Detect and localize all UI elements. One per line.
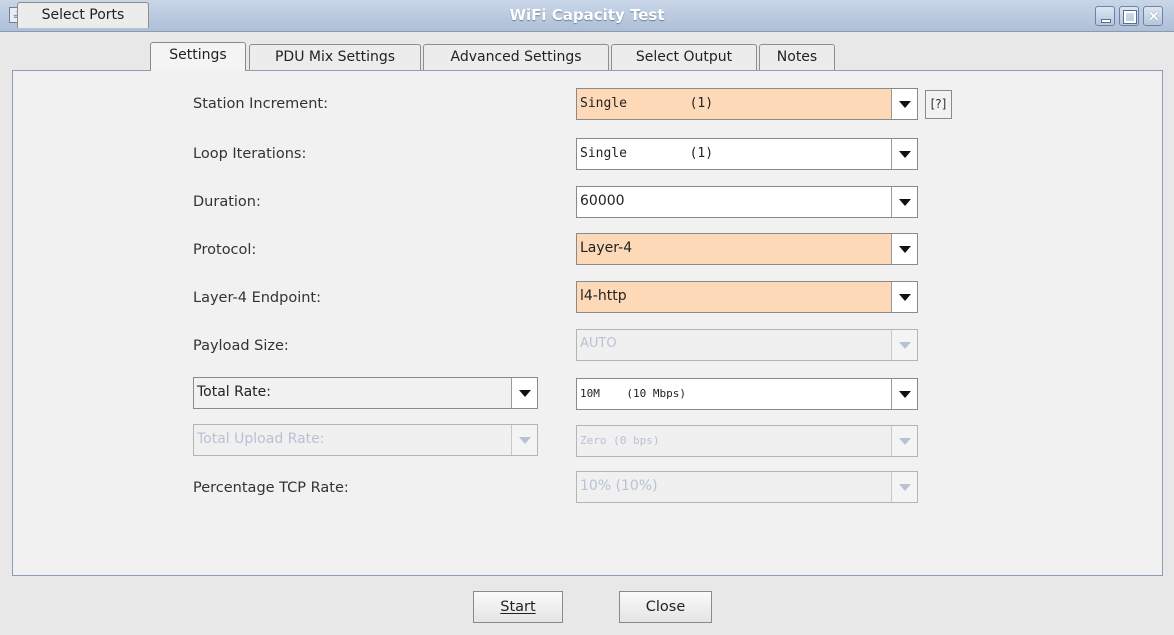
chevron-down-icon[interactable]	[511, 378, 537, 408]
payload-size-value: AUTO	[580, 336, 617, 351]
loop-iterations-label: Loop Iterations:	[193, 146, 307, 162]
tab-label: Select Ports	[41, 7, 125, 23]
tab-label: Advanced Settings	[450, 49, 582, 65]
payload-size-label: Payload Size:	[193, 338, 289, 354]
total-upload-rate-value: Zero (0 bps)	[580, 434, 660, 447]
close-button[interactable]: Close	[619, 591, 712, 623]
chevron-down-icon	[511, 425, 537, 455]
station-increment-value: Single (1)	[580, 96, 714, 111]
total-rate-type-select[interactable]: Total Rate:	[193, 377, 538, 409]
payload-size-select: AUTO	[576, 329, 918, 361]
total-rate-select[interactable]: 10M (10 Mbps)	[576, 378, 918, 410]
chevron-down-icon[interactable]	[891, 139, 917, 169]
total-upload-rate-type-select: Total Upload Rate:	[193, 424, 538, 456]
chevron-down-icon[interactable]	[891, 234, 917, 264]
close-button-label: Close	[645, 599, 686, 615]
tab-notes[interactable]: Notes	[759, 44, 835, 70]
tab-label: Notes	[776, 49, 818, 65]
station-increment-label: Station Increment:	[193, 96, 328, 112]
tab-pdu-mix-settings[interactable]: PDU Mix Settings	[249, 44, 421, 70]
percentage-tcp-rate-label: Percentage TCP Rate:	[193, 480, 349, 496]
title-bar: ☕ WiFi Capacity Test ×	[0, 0, 1174, 32]
tab-settings[interactable]: Settings	[150, 42, 246, 71]
chevron-down-icon	[891, 330, 917, 360]
chevron-down-icon[interactable]	[891, 282, 917, 312]
window-title: WiFi Capacity Test	[509, 6, 665, 24]
tab-label: Select Output	[635, 49, 733, 65]
duration-value: 60000	[580, 193, 625, 209]
tab-advanced-settings[interactable]: Advanced Settings	[423, 44, 609, 70]
station-increment-select[interactable]: Single (1)	[576, 88, 918, 120]
chevron-down-icon[interactable]	[891, 187, 917, 217]
percentage-tcp-rate-select: 10% (10%)	[576, 471, 918, 503]
protocol-value: Layer-4	[580, 240, 633, 256]
chevron-down-icon[interactable]	[891, 379, 917, 409]
total-upload-rate-select: Zero (0 bps)	[576, 425, 918, 457]
tab-label: Settings	[169, 47, 227, 63]
loop-iterations-select[interactable]: Single (1)	[576, 138, 918, 170]
layer4-endpoint-label: Layer-4 Endpoint:	[193, 290, 321, 306]
tab-select-ports-hit[interactable]	[17, 44, 149, 70]
chevron-down-icon	[891, 472, 917, 502]
percentage-tcp-rate-value: 10% (10%)	[580, 478, 658, 494]
start-button-label: Start	[500, 599, 536, 615]
protocol-label: Protocol:	[193, 242, 257, 258]
tab-label: PDU Mix Settings	[274, 49, 396, 65]
duration-select[interactable]: 60000	[576, 186, 918, 218]
help-button[interactable]: [?]	[925, 90, 952, 119]
maximize-icon[interactable]	[1119, 6, 1139, 26]
start-button[interactable]: Start	[473, 591, 563, 623]
close-icon[interactable]: ×	[1143, 6, 1163, 26]
total-rate-value: 10M (10 Mbps)	[580, 387, 686, 400]
tab-select-ports[interactable]: Select Ports	[17, 2, 149, 28]
loop-iterations-value: Single (1)	[580, 146, 714, 161]
total-rate-type-value: Total Rate:	[197, 384, 271, 400]
minimize-icon[interactable]	[1095, 6, 1115, 26]
duration-label: Duration:	[193, 194, 261, 210]
tab-select-output[interactable]: Select Output	[611, 44, 757, 70]
layer4-endpoint-select[interactable]: l4-http	[576, 281, 918, 313]
protocol-select[interactable]: Layer-4	[576, 233, 918, 265]
chevron-down-icon	[891, 426, 917, 456]
layer4-endpoint-value: l4-http	[580, 288, 627, 304]
chevron-down-icon[interactable]	[891, 89, 917, 119]
total-upload-rate-type-value: Total Upload Rate:	[197, 431, 325, 447]
